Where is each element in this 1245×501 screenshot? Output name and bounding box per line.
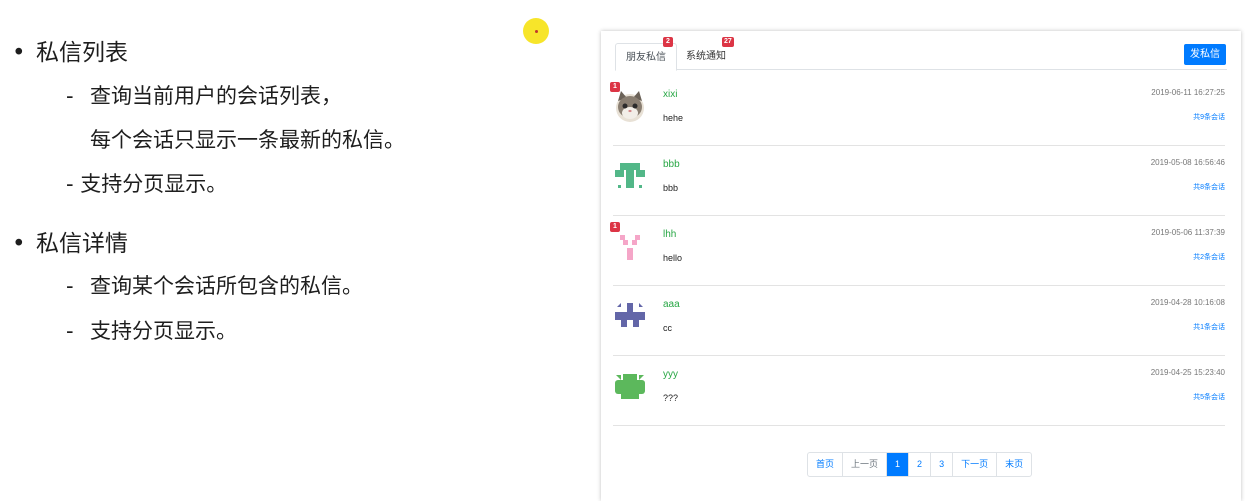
- conversation-count-link[interactable]: 共5条会话: [1193, 392, 1225, 402]
- username[interactable]: lhh: [663, 229, 676, 240]
- sub-item: - 支持分页显示。: [66, 168, 227, 198]
- list-item[interactable]: bbb bbb 2019-05-08 16:56:46 共8条会话: [613, 145, 1225, 216]
- username[interactable]: bbb: [663, 159, 680, 170]
- message-preview[interactable]: bbb: [663, 183, 678, 193]
- sub-text: 支持分页显示。: [90, 319, 237, 343]
- bullet-private-message-list: • 私信列表: [12, 33, 128, 67]
- message-preview[interactable]: ???: [663, 393, 678, 403]
- message-panel: 朋友私信 2 系统通知 27 发私信 1 xixi hehe 2019-06-1…: [601, 31, 1241, 501]
- bullet-title: 私信详情: [36, 231, 128, 257]
- tab-badge: 27: [722, 37, 734, 47]
- message-time: 2019-05-08 16:56:46: [1150, 158, 1225, 167]
- page-1[interactable]: 1: [886, 453, 909, 476]
- sub-item-continued: 每个会话只显示一条最新的私信。: [90, 124, 405, 154]
- tab-friend-messages[interactable]: 朋友私信: [615, 43, 677, 71]
- pagination: 首页 上一页 1 2 3 下一页 末页: [807, 452, 1033, 477]
- dash: -: [66, 84, 74, 108]
- conversation-count-link[interactable]: 共1条会话: [1193, 322, 1225, 332]
- page-2[interactable]: 2: [908, 453, 930, 476]
- message-time: 2019-05-06 11:37:39: [1151, 228, 1225, 237]
- conversation-count-link[interactable]: 共9条会话: [1193, 112, 1225, 122]
- bullet-dot: •: [12, 231, 26, 257]
- bullet-title: 私信列表: [36, 40, 128, 66]
- message-time: 2019-06-11 16:27:25: [1151, 88, 1225, 97]
- sub-text: 每个会话只显示一条最新的私信。: [90, 128, 405, 152]
- slide-text: • 私信列表 - 查询当前用户的会话列表， 每个会话只显示一条最新的私信。 - 支持…: [0, 0, 590, 499]
- message-preview[interactable]: hehe: [663, 113, 683, 123]
- sub-text: 支持分页显示。: [80, 172, 228, 196]
- username[interactable]: yyy: [663, 369, 678, 380]
- sub-text: 查询某个会话所包含的私信。: [90, 274, 363, 298]
- send-message-button[interactable]: 发私信: [1184, 44, 1226, 65]
- page-next[interactable]: 下一页: [952, 453, 996, 476]
- tab-label: 朋友私信: [626, 52, 666, 63]
- dash: -: [66, 172, 74, 196]
- username[interactable]: aaa: [663, 299, 680, 310]
- page-last[interactable]: 末页: [996, 453, 1031, 476]
- sub-item: - 查询当前用户的会话列表，: [66, 80, 342, 110]
- conversation-count-link[interactable]: 共2条会话: [1193, 252, 1225, 262]
- tab-bar: 朋友私信 2 系统通知 27: [615, 37, 1227, 71]
- tab-label: 系统通知: [686, 51, 726, 62]
- list-item[interactable]: 1 lhh hello 2019-05-06 11:37:39 共2条会话: [610, 215, 1225, 286]
- cat-avatar[interactable]: [613, 89, 647, 123]
- identicon-green-avatar[interactable]: [613, 159, 647, 193]
- bullet-private-message-detail: • 私信详情: [12, 224, 128, 258]
- message-time: 2019-04-28 10:16:08: [1150, 298, 1225, 307]
- page-3[interactable]: 3: [930, 453, 952, 476]
- unread-badge: 1: [610, 222, 620, 232]
- message-preview[interactable]: hello: [663, 253, 682, 263]
- laser-pointer-icon: [523, 18, 549, 44]
- unread-badge: 1: [610, 82, 620, 92]
- dash: -: [66, 319, 74, 343]
- list-item[interactable]: aaa cc 2019-04-28 10:16:08 共1条会话: [613, 285, 1225, 356]
- tab-badge: 2: [663, 37, 673, 47]
- conversation-count-link[interactable]: 共8条会话: [1193, 182, 1225, 192]
- page-first[interactable]: 首页: [808, 453, 842, 476]
- identicon-pink-avatar[interactable]: [613, 229, 647, 263]
- identicon-lime-avatar[interactable]: [613, 369, 647, 403]
- dash: -: [66, 274, 74, 298]
- bullet-dot: •: [12, 40, 26, 66]
- sub-item: - 支持分页显示。: [66, 315, 237, 345]
- message-preview[interactable]: cc: [663, 323, 672, 333]
- list-item[interactable]: yyy ??? 2019-04-25 15:23:40 共5条会话: [613, 355, 1225, 426]
- page-prev[interactable]: 上一页: [842, 453, 886, 476]
- sub-text: 查询当前用户的会话列表，: [90, 84, 342, 108]
- identicon-purple-avatar[interactable]: [613, 299, 647, 333]
- username[interactable]: xixi: [663, 89, 677, 100]
- message-time: 2019-04-25 15:23:40: [1150, 368, 1225, 377]
- list-item[interactable]: 1 xixi hehe 2019-06-11 16:27:25 共9条会话: [610, 75, 1225, 146]
- sub-item: - 查询某个会话所包含的私信。: [66, 270, 363, 300]
